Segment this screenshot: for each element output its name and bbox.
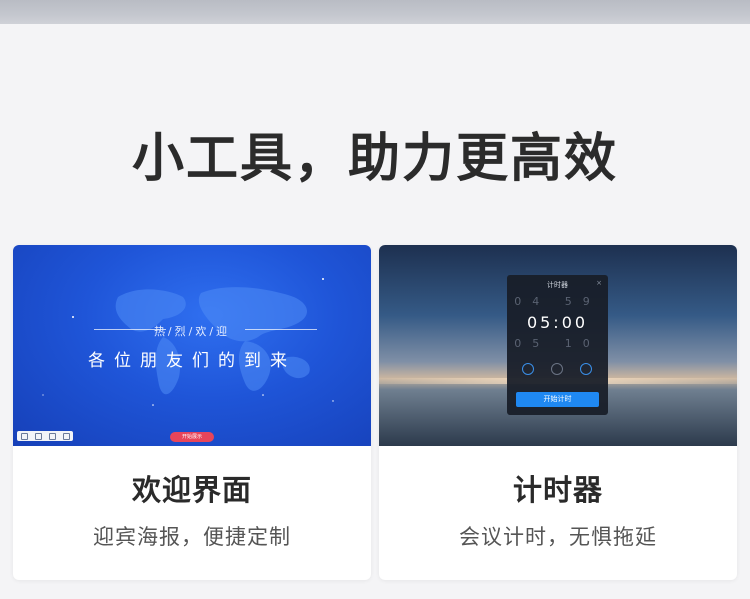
timer-prev-digits: 04 59: [514, 295, 601, 308]
feature-card-welcome[interactable]: 热/烈/欢/迎 各位朋友们的到来 开始展示 欢迎界面 迎宾海报，便捷定制: [13, 245, 371, 580]
welcome-toolbar: [17, 431, 73, 441]
world-map-graphic: [115, 287, 310, 395]
timer-fullscreen-icon: [551, 363, 563, 375]
card-title: 欢迎界面: [131, 473, 252, 507]
timer-next-digits: 05 10: [514, 337, 601, 350]
feature-card-timer[interactable]: 计时器 × 04 59 05:00 05 10 开始计时 计时器 会议计时，无惧…: [379, 245, 737, 580]
tool-icon: [48, 432, 56, 440]
page-headline: 小工具，助力更高效: [131, 129, 618, 189]
caption-line-right: [245, 329, 317, 330]
timer-sound-icon: [522, 363, 534, 375]
welcome-preview: 热/烈/欢/迎 各位朋友们的到来 开始展示: [13, 245, 371, 446]
card-subtitle: 迎宾海报，便捷定制: [93, 525, 291, 549]
close-icon: ×: [596, 279, 602, 287]
timer-settings-icon: [580, 363, 592, 375]
tool-icon: [34, 432, 42, 440]
timer-preview: 计时器 × 04 59 05:00 05 10 开始计时: [379, 245, 737, 446]
tool-icon: [62, 432, 70, 440]
top-banner-strip: [0, 0, 750, 24]
timer-panel-title: 计时器: [547, 281, 568, 289]
timer-time-display: 05:00: [526, 313, 589, 332]
welcome-caption: 热/烈/欢/迎: [153, 325, 231, 338]
start-show-button: 开始展示: [170, 432, 214, 442]
card-title: 计时器: [512, 473, 603, 507]
card-subtitle: 会议计时，无惧拖延: [459, 525, 657, 549]
timer-panel: 计时器 × 04 59 05:00 05 10 开始计时: [507, 275, 608, 415]
welcome-main-text: 各位朋友们的到来: [88, 351, 296, 371]
tool-icon: [20, 432, 28, 440]
start-timer-button: 开始计时: [516, 392, 599, 407]
